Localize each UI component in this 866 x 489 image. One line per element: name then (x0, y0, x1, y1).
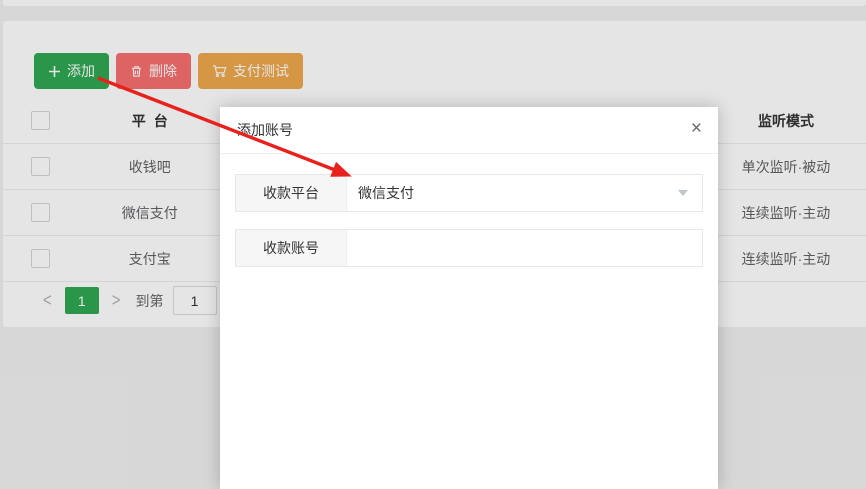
screen: 添加 删除 支付测试 (0, 0, 866, 489)
close-icon[interactable]: × (691, 119, 702, 138)
modal-header: 添加账号 × (220, 107, 718, 154)
payment-account-field-row: 收款账号 (235, 229, 703, 267)
payment-platform-field-row: 收款平台 微信支付 (235, 174, 703, 212)
add-account-modal: 添加账号 × 收款平台 微信支付 收款账号 (220, 107, 718, 489)
payment-platform-label: 收款平台 (236, 175, 347, 211)
payment-platform-select[interactable]: 微信支付 (347, 175, 702, 211)
payment-account-input[interactable] (347, 230, 702, 266)
payment-account-label: 收款账号 (236, 230, 347, 266)
modal-body: 收款平台 微信支付 收款账号 (220, 154, 718, 267)
chevron-down-icon (678, 190, 688, 196)
payment-platform-select-value: 微信支付 (358, 183, 414, 203)
modal-title: 添加账号 (237, 120, 293, 140)
